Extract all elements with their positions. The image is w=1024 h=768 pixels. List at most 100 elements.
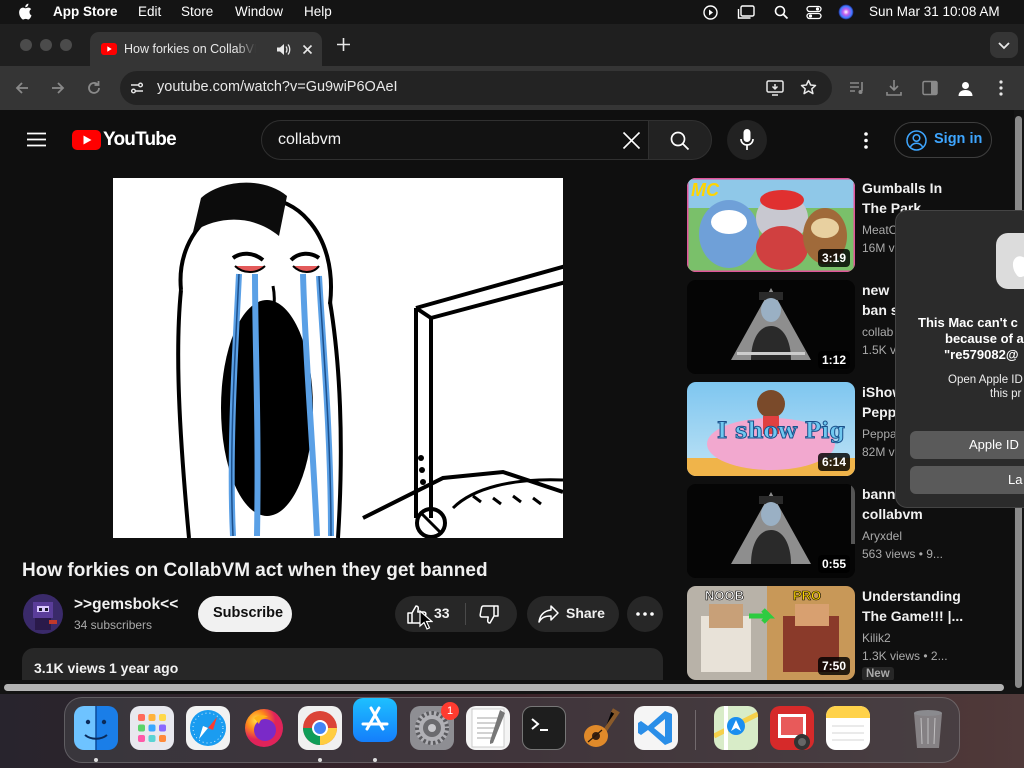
apple-icon[interactable]: [18, 3, 34, 20]
more-actions-button[interactable]: [627, 596, 663, 632]
video-player[interactable]: [113, 178, 563, 538]
subscribe-button[interactable]: Subscribe: [198, 596, 292, 632]
stage-manager-icon[interactable]: [737, 5, 755, 20]
channel-name[interactable]: >>gemsbok<<: [74, 596, 178, 614]
launchpad-icon[interactable]: [130, 706, 174, 750]
clear-search-icon[interactable]: [622, 131, 641, 150]
tab-audio-icon[interactable]: [276, 43, 291, 56]
like-count: 33: [434, 605, 450, 621]
video-title: How forkies on CollabVM act when they ge…: [22, 560, 488, 581]
firefox-icon[interactable]: [242, 706, 286, 750]
siri-icon[interactable]: [838, 4, 854, 20]
chrome-icon[interactable]: [298, 706, 342, 750]
related-thumbnail-3[interactable]: I show Pig 6:14: [687, 382, 855, 476]
back-icon[interactable]: [14, 80, 30, 96]
maps-icon[interactable]: [714, 706, 758, 750]
menu-clock[interactable]: Sun Mar 31 10:08 AM: [869, 4, 1000, 19]
related-thumbnail-1[interactable]: MC 3:19: [687, 178, 855, 272]
apple-id-button-label: Apple ID: [969, 437, 1019, 452]
share-button[interactable]: Share: [527, 596, 619, 632]
menu-window[interactable]: Window: [235, 4, 283, 19]
search-button[interactable]: [648, 120, 712, 160]
search-box[interactable]: collabvm: [261, 120, 649, 160]
app-store-icon[interactable]: [353, 698, 397, 742]
related-channel[interactable]: Aryxdel: [862, 529, 992, 543]
search-input[interactable]: collabvm: [278, 131, 341, 149]
voice-search-button[interactable]: [727, 120, 767, 160]
later-button[interactable]: La: [910, 466, 1024, 494]
url-text[interactable]: youtube.com/watch?v=Gu9wiP6OAeI: [157, 79, 398, 95]
like-divider: [465, 603, 466, 625]
related-thumbnail-5[interactable]: NOOB PRO 7:50: [687, 586, 855, 680]
side-panel-icon[interactable]: [922, 80, 938, 96]
apple-id-button[interactable]: Apple ID: [910, 431, 1024, 459]
related-meta: 1.3K views • 2...: [862, 649, 948, 663]
hamburger-menu-icon[interactable]: [27, 132, 46, 147]
trash-icon[interactable]: [906, 706, 950, 750]
settings-notification-badge: 1: [441, 702, 459, 720]
youtube-favicon: [101, 43, 117, 55]
textedit-icon[interactable]: [466, 706, 510, 750]
dock-divider: [695, 710, 696, 750]
control-center-icon[interactable]: [806, 5, 822, 20]
related-thumbnail-4[interactable]: 0:55: [687, 484, 855, 578]
app-store-alert-icon: [996, 233, 1024, 289]
downloads-icon[interactable]: [886, 79, 902, 96]
horizontal-scrollbar-thumb[interactable]: [4, 684, 1004, 691]
alert-message-line: "re579082@: [944, 347, 1019, 362]
window-close-button[interactable]: [20, 39, 32, 51]
window-zoom-button[interactable]: [60, 39, 72, 51]
reload-icon[interactable]: [86, 80, 102, 96]
menu-app-name[interactable]: App Store: [53, 4, 118, 19]
sign-in-button[interactable]: Sign in: [894, 122, 992, 158]
related-thumbnail-2[interactable]: 1:12: [687, 280, 855, 374]
site-info-icon[interactable]: [129, 80, 145, 96]
new-tab-icon[interactable]: [337, 38, 350, 51]
tab-search-button[interactable]: [990, 32, 1018, 58]
profile-icon[interactable]: [957, 80, 974, 97]
notes-icon[interactable]: [826, 706, 870, 750]
terminal-icon[interactable]: [522, 706, 566, 750]
tab-close-icon[interactable]: [302, 44, 313, 55]
related-title-line: bann: [862, 486, 896, 502]
related-title-line: ban s: [862, 302, 899, 318]
window-minimize-button[interactable]: [40, 39, 52, 51]
menu-edit[interactable]: Edit: [138, 4, 161, 19]
like-dislike-group: 33: [395, 596, 517, 632]
upload-age: 1 year ago: [109, 660, 179, 676]
photo-booth-icon[interactable]: [770, 706, 814, 750]
video-duration: 6:14: [817, 453, 850, 471]
related-channel[interactable]: Kilik2: [862, 631, 992, 645]
garageband-icon[interactable]: [578, 706, 622, 750]
more-options-icon[interactable]: [864, 132, 868, 149]
app-store-running-indicator: [373, 758, 377, 762]
vscode-icon[interactable]: [634, 706, 678, 750]
later-button-label: La: [1008, 472, 1023, 487]
now-playing-icon[interactable]: [703, 5, 718, 20]
alert-detail-line: this pr: [990, 388, 1022, 400]
safari-icon[interactable]: [186, 706, 230, 750]
browser-tab-active[interactable]: How forkies on CollabVM a: [90, 32, 322, 66]
thumbnail-mc-text: MC: [691, 180, 719, 200]
alert-message-line: This Mac can't c: [918, 315, 1018, 330]
app-store-alert-dialog: This Mac can't c because of a "re579082@…: [895, 210, 1024, 508]
alert-message-line: because of a: [945, 331, 1024, 346]
related-meta: 563 views • 9...: [862, 547, 943, 561]
forward-icon[interactable]: [50, 80, 66, 96]
media-control-icon[interactable]: [849, 80, 866, 96]
menu-help[interactable]: Help: [304, 4, 332, 19]
address-bar[interactable]: youtube.com/watch?v=Gu9wiP6OAeI: [120, 71, 832, 105]
tab-title: How forkies on CollabVM a: [124, 42, 256, 56]
finder-icon[interactable]: [74, 706, 118, 750]
youtube-logo[interactable]: YouTube: [72, 129, 177, 152]
chrome-menu-icon[interactable]: [999, 80, 1003, 96]
dislike-button[interactable]: [467, 596, 517, 632]
related-title[interactable]: Understanding The Game!!! |...: [862, 586, 992, 626]
related-title-line: Pepp: [862, 404, 897, 420]
channel-avatar[interactable]: [23, 594, 63, 634]
mouse-cursor-icon: [419, 610, 433, 630]
menu-store[interactable]: Store: [181, 4, 213, 19]
bookmark-star-icon[interactable]: [800, 79, 817, 96]
spotlight-icon[interactable]: [774, 5, 789, 20]
install-app-icon[interactable]: [766, 80, 784, 96]
